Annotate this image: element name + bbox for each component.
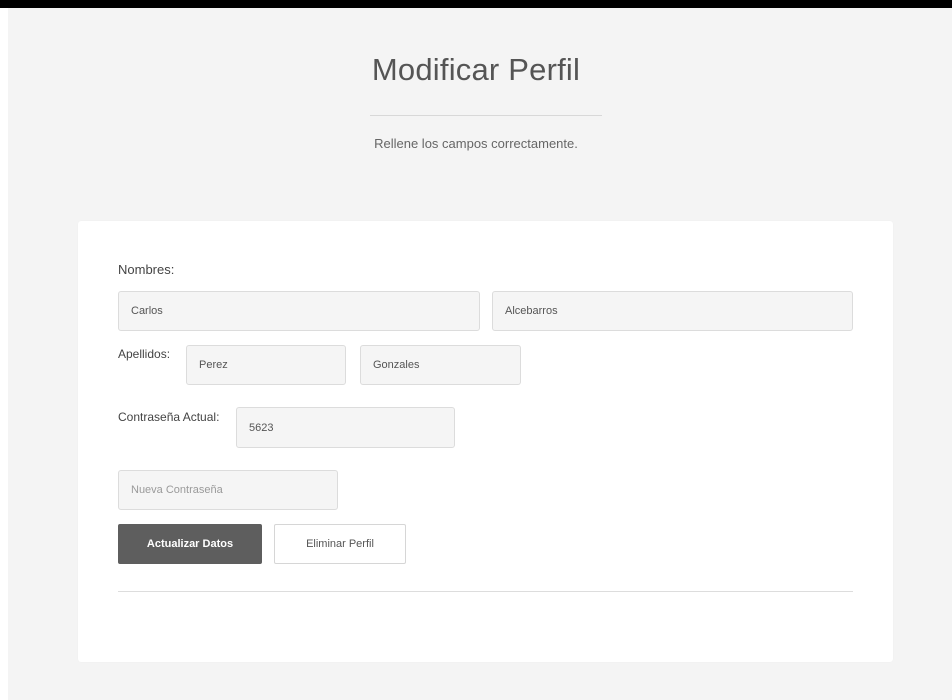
top-strip (0, 0, 952, 8)
nombres-label: Nombres: (118, 262, 175, 277)
new-password-input[interactable] (118, 470, 338, 510)
delete-profile-button[interactable]: Eliminar Perfil (274, 524, 406, 564)
update-profile-button[interactable]: Actualizar Datos (118, 524, 262, 564)
current-password-input[interactable] (236, 407, 455, 448)
title-divider (370, 115, 602, 116)
page-title: Modificar Perfil (371, 52, 581, 87)
second-surname-input[interactable] (360, 345, 521, 385)
profile-form-card: Nombres: Apellidos: Contraseña Actual: A… (78, 221, 893, 662)
current-password-label: Contraseña Actual: (118, 410, 220, 424)
form-divider (118, 591, 853, 592)
apellidos-label: Apellidos: (118, 347, 171, 361)
first-name-input[interactable] (118, 291, 480, 331)
second-name-input[interactable] (492, 291, 853, 331)
first-surname-input[interactable] (186, 345, 346, 385)
page-subtitle: Rellene los campos correctamente. (374, 136, 578, 151)
